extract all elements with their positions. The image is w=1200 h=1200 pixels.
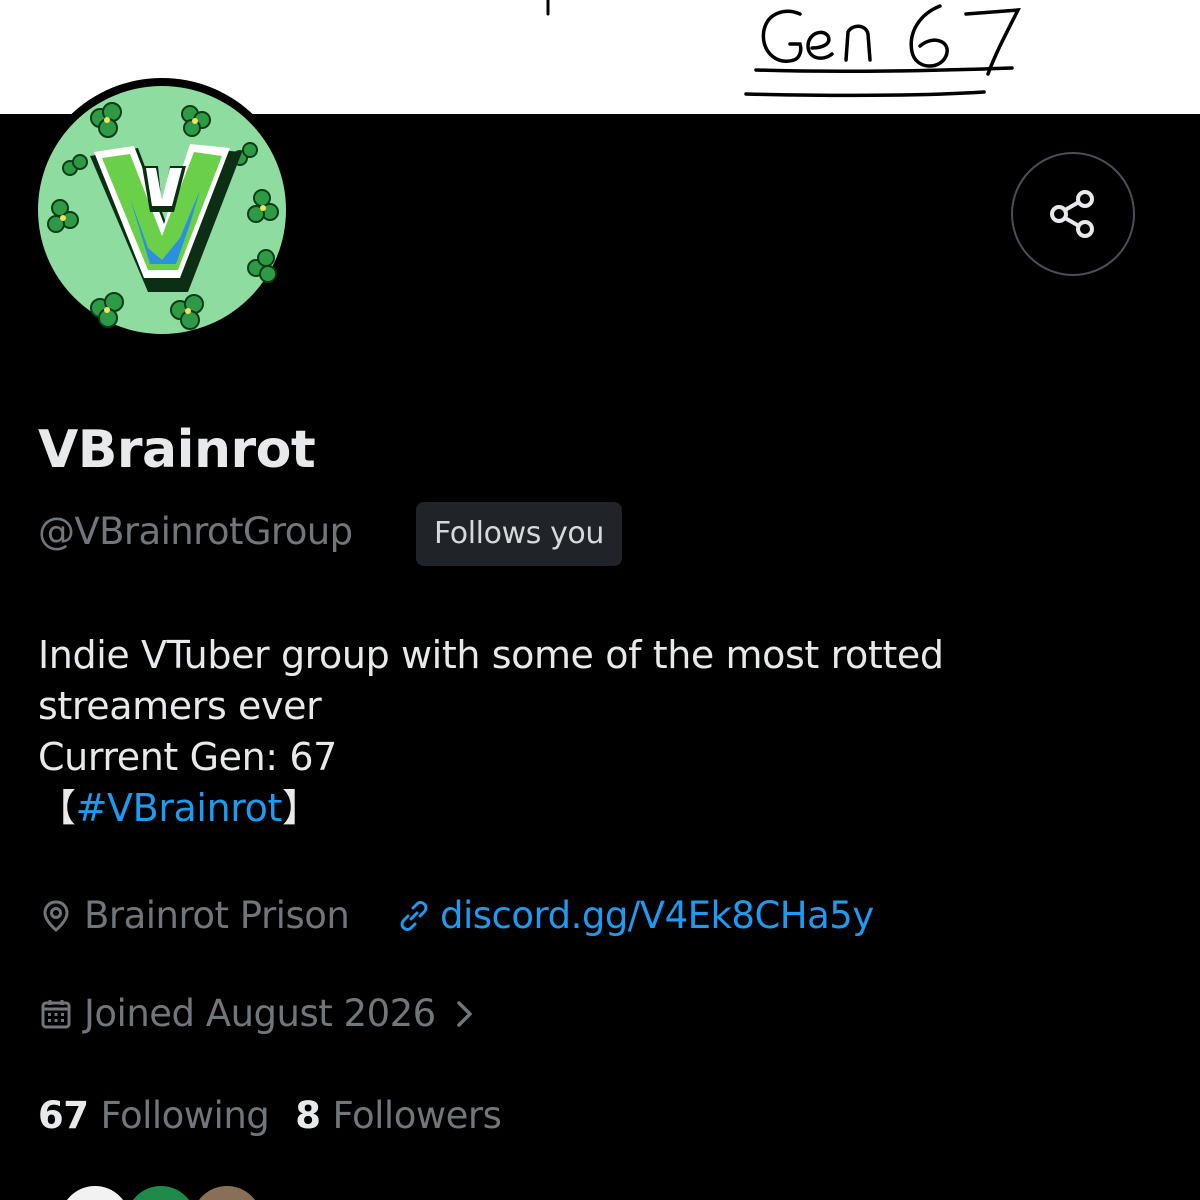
bio-hashtag-line: 【#VBrainrot】 (38, 783, 1158, 834)
display-name: VBrainrot (38, 420, 316, 480)
share-button[interactable] (1011, 152, 1135, 276)
bracket-open: 【 (38, 786, 76, 830)
profile-joined[interactable]: Joined August 2026 (38, 992, 476, 1035)
followers-label[interactable]: Followers (333, 1094, 502, 1137)
profile-bio: Indie VTuber group with some of the most… (38, 630, 1158, 834)
following-count[interactable]: 67 (38, 1094, 89, 1137)
share-icon (1045, 186, 1101, 242)
link-text[interactable]: discord.gg/V4Ek8CHa5y (440, 894, 874, 937)
profile-stats: 67 Following 8 Followers (38, 1094, 527, 1137)
bio-line: Indie VTuber group with some of the most… (38, 633, 944, 677)
calendar-icon (38, 996, 74, 1032)
follower-avatar (60, 1186, 130, 1200)
location-pin-icon (38, 898, 74, 934)
bracket-close: 】 (282, 786, 320, 830)
follows-you-badge: Follows you (416, 502, 622, 566)
bio-line: Current Gen: 67 (38, 735, 337, 779)
location-text: Brainrot Prison (84, 894, 350, 937)
profile-location: Brainrot Prison (38, 894, 350, 937)
follower-avatar (126, 1186, 196, 1200)
bio-line: streamers ever (38, 684, 322, 728)
chevron-right-icon (454, 998, 476, 1030)
following-label[interactable]: Following (101, 1094, 270, 1137)
profile-page: VBrainrot @VBrainrotGroup Follows you In… (0, 0, 1200, 1200)
joined-text: Joined August 2026 (84, 992, 436, 1035)
profile-avatar[interactable] (30, 78, 294, 342)
link-icon (396, 898, 432, 934)
profile-handle: @VBrainrotGroup (38, 510, 353, 553)
followers-count[interactable]: 8 (295, 1094, 321, 1137)
hashtag-link[interactable]: #VBrainrot (76, 786, 283, 830)
profile-website-link[interactable]: discord.gg/V4Ek8CHa5y (396, 894, 874, 937)
follower-avatar (192, 1186, 262, 1200)
followed-by-avatars[interactable] (60, 1186, 290, 1200)
